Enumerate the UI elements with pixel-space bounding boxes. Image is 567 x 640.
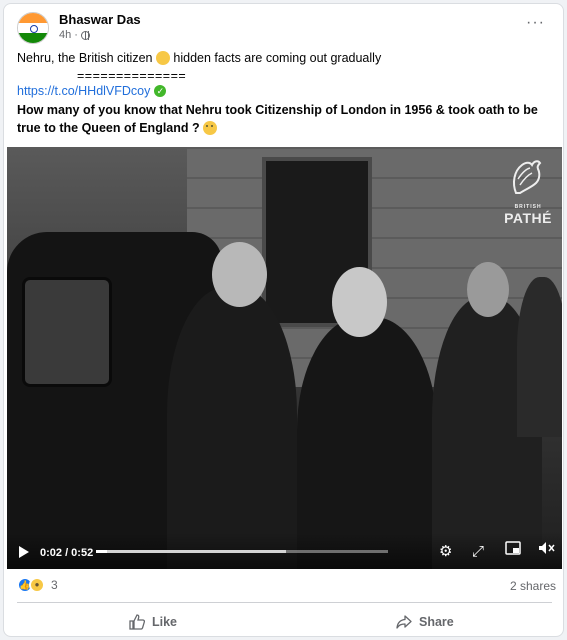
author-avatar[interactable] xyxy=(17,12,49,44)
reactions-summary[interactable]: 👍 ● 3 xyxy=(17,577,58,593)
expand-icon[interactable]: ⤢ xyxy=(472,543,484,561)
share-arrow-icon xyxy=(396,615,412,629)
video-figure-left-head xyxy=(212,242,267,307)
reaction-count: 3 xyxy=(51,578,58,592)
post-card: Bhaswar Das 4h · ··· Nehru, the British … xyxy=(3,3,564,637)
video-progress-bar[interactable] xyxy=(96,550,388,553)
video-figure-far-right xyxy=(517,277,562,437)
video-figure-right-head xyxy=(467,262,509,317)
post-link[interactable]: https://t.co/HHdlVFDcoy xyxy=(17,84,150,98)
video-figure-left xyxy=(167,287,297,569)
video-buffer-fill xyxy=(96,550,286,553)
share-button[interactable]: Share xyxy=(396,611,454,633)
more-options-button[interactable]: ··· xyxy=(526,14,545,32)
post-bold-text: How many of you know that Nehru took Cit… xyxy=(17,103,538,135)
video-figure-center-head xyxy=(332,267,387,337)
chakra-icon xyxy=(30,25,38,33)
video-car-window xyxy=(22,277,112,387)
check-mark-icon: ✓ xyxy=(154,85,167,97)
video-controls: 0:02 / 0:52 ⚙ ⤢ xyxy=(7,533,562,569)
thinking-face-emoji-icon xyxy=(203,121,218,135)
video-progress-fill xyxy=(96,550,108,553)
video-player[interactable]: BRITISH PATHÉ 0:02 / 0:52 ⚙ ⤢ xyxy=(7,147,562,569)
like-button[interactable]: Like xyxy=(129,611,177,633)
post-link-row: https://t.co/HHdlVFDcoy ✓ xyxy=(17,84,167,98)
rolling-eyes-emoji-icon xyxy=(155,51,170,65)
globe-icon xyxy=(80,30,90,40)
separator-text: ============== xyxy=(77,69,187,83)
post-time[interactable]: 4h xyxy=(59,29,71,41)
pip-icon[interactable] xyxy=(505,541,521,560)
wow-reaction-icon: ● xyxy=(29,577,45,593)
play-icon[interactable] xyxy=(19,546,29,558)
british-pathe-watermark: BRITISH PATHÉ xyxy=(504,155,552,226)
thumbs-up-icon xyxy=(129,614,145,630)
shares-count[interactable]: 2 shares xyxy=(510,579,556,593)
post-text-line1: Nehru, the British citizen hidden facts … xyxy=(17,51,382,65)
video-figure-center xyxy=(297,317,437,569)
video-time: 0:02 / 0:52 xyxy=(40,547,94,559)
author-name[interactable]: Bhaswar Das xyxy=(59,12,141,27)
settings-icon[interactable]: ⚙ xyxy=(439,543,452,561)
mute-icon[interactable] xyxy=(538,541,556,560)
rooster-logo-icon xyxy=(513,160,542,194)
post-meta: 4h · xyxy=(59,29,90,41)
divider xyxy=(17,602,552,603)
